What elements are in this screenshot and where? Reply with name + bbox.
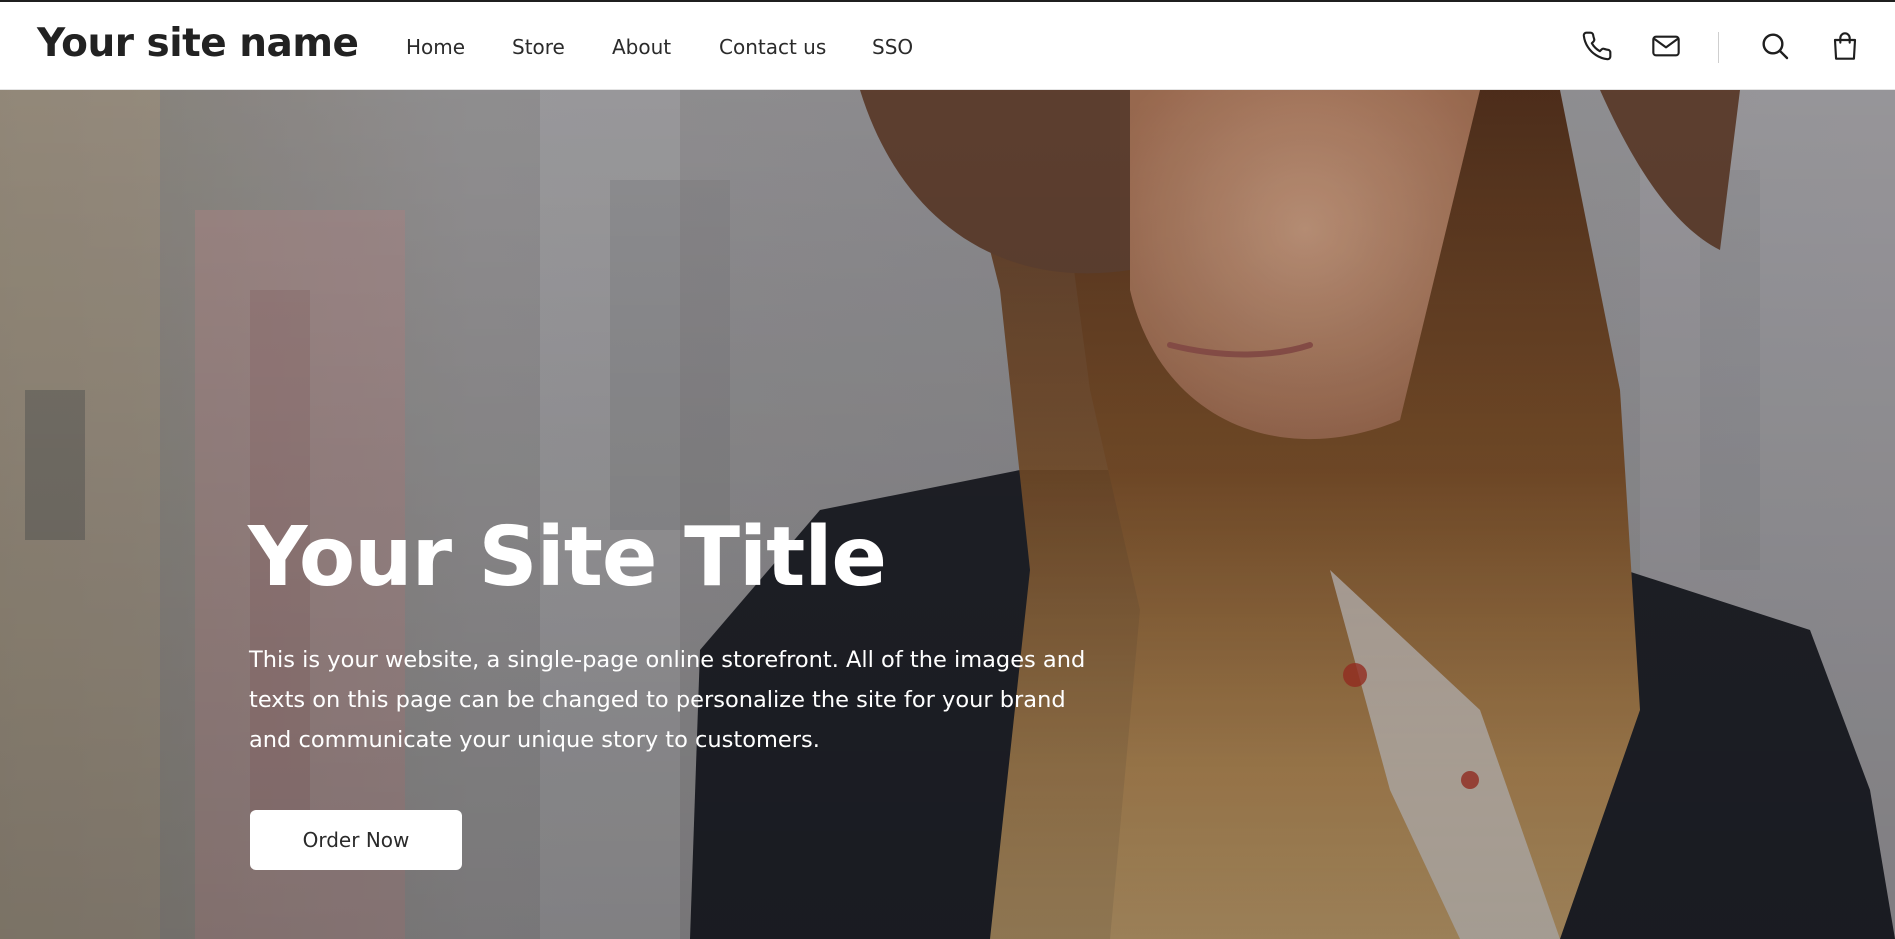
search-icon[interactable] (1759, 30, 1791, 62)
order-now-button[interactable]: Order Now (250, 810, 462, 870)
header-divider (1718, 32, 1719, 63)
nav-item-contact-us[interactable]: Contact us (719, 35, 826, 59)
mail-icon[interactable] (1650, 30, 1682, 62)
hero-title: Your Site Title (248, 510, 887, 605)
hero-description: This is your website, a single-page onli… (249, 647, 1086, 753)
page: Your site name Home Store About Contact … (0, 0, 1895, 939)
hero-section: Your Site Title This is your website, a … (0, 90, 1895, 939)
nav-item-sso[interactable]: SSO (872, 35, 913, 59)
site-name-logo[interactable]: Your site name (37, 21, 359, 66)
site-header: Your site name Home Store About Contact … (0, 0, 1895, 90)
shopping-bag-icon[interactable] (1829, 30, 1861, 62)
nav-item-store[interactable]: Store (512, 35, 565, 59)
nav-item-home[interactable]: Home (406, 35, 465, 59)
nav-item-about[interactable]: About (612, 35, 671, 59)
phone-icon[interactable] (1581, 30, 1613, 62)
